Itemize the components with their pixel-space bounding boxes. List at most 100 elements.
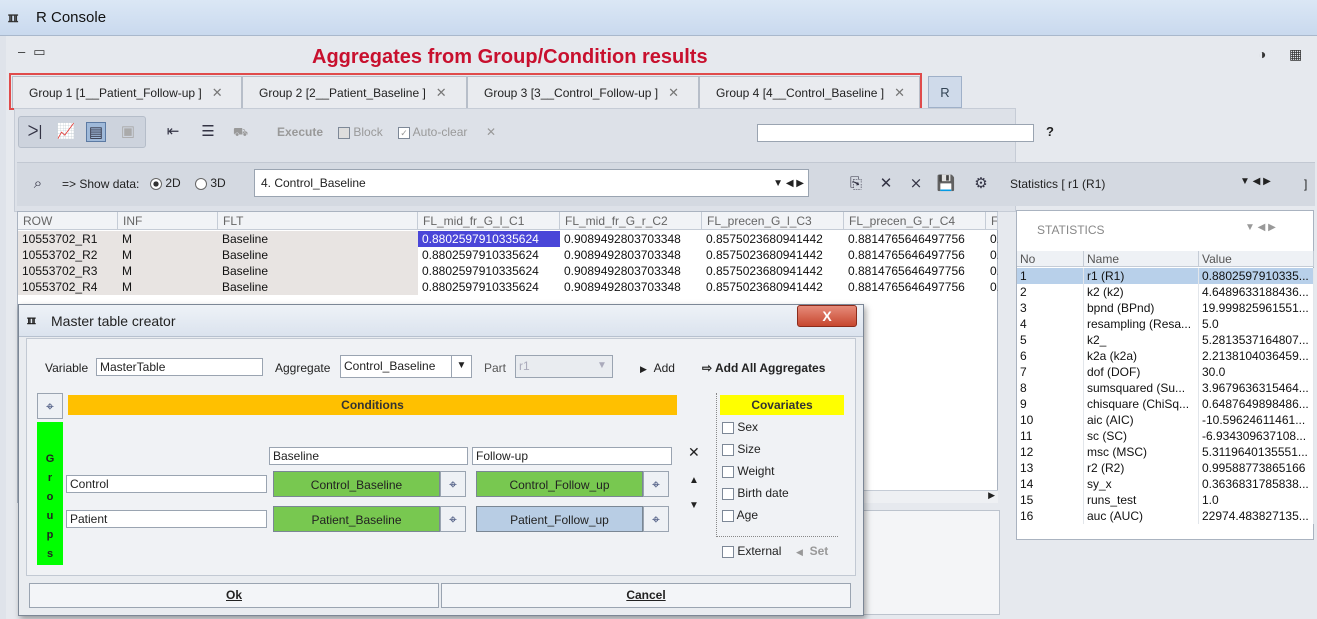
statistics-combo-icon[interactable]: ▼ ◀ ▶ [1245,222,1276,233]
table-cell[interactable]: 10553702_R1 [18,231,118,247]
search-input[interactable] [757,124,1034,142]
table-cell[interactable]: 0.9089492803703348 [560,247,702,263]
aggregate-cell[interactable]: Patient_Follow_up [476,506,643,532]
column-header[interactable]: FL_precen_G_l_C3 [702,212,844,230]
table-cell[interactable]: 0.8814765646497756 [844,247,986,263]
dataset-select[interactable]: 4. Control_Baseline ▼ ◀ ▶ [254,169,809,197]
aggregate-cell[interactable]: Patient_Baseline [273,506,440,532]
delete-all-icon[interactable]: ⨯ [906,174,926,194]
table-cell[interactable]: 0. [986,231,998,247]
chevron-down-icon[interactable]: ▼ [592,356,612,377]
column-header[interactable]: Name [1084,251,1199,267]
pin-icon[interactable]: ⌖ [643,506,669,532]
table-cell[interactable]: M [118,231,218,247]
covariate-birth-date[interactable]: Birth date [722,486,789,500]
table-cell[interactable]: 0.9089492803703348 [560,279,702,295]
column-header[interactable]: FLT [218,212,418,230]
console-icon[interactable]: ᐳ| [25,122,45,142]
table-cell[interactable]: 0. [986,247,998,263]
set-button[interactable]: ◀ Set [796,544,828,558]
copy-icon[interactable]: ⎘ [846,174,866,194]
close-icon[interactable]: ✕ [212,85,223,101]
table-cell[interactable]: Baseline [218,247,418,263]
radio-2d[interactable]: 2D [150,176,181,190]
table-cell[interactable]: 10553702_R3 [18,263,118,279]
tab-group-1[interactable]: Group 1 [1__Patient_Follow-up ] ✕ [12,76,242,108]
cancel-button[interactable]: Cancel [441,583,851,608]
table-cell[interactable]: M [118,279,218,295]
import-icon[interactable]: ⇤ [163,122,183,142]
column-header[interactable]: FL_precen_G_r_C4 [844,212,986,230]
help-button[interactable]: ? [1046,124,1054,139]
table-cell[interactable]: 0.8802597910335624 [418,263,560,279]
tools-icon[interactable]: ⚙ [971,174,991,194]
aggregate-cell[interactable]: Control_Follow_up [476,471,643,497]
chevron-down-icon[interactable]: ▼ [451,356,471,377]
execute-button[interactable]: Execute [277,125,323,139]
group-name-input[interactable]: Control [66,475,267,493]
pin-icon[interactable]: ⌖ [440,506,466,532]
condition-name-input[interactable]: Baseline [269,447,468,465]
move-down-icon[interactable]: ▼ [689,500,699,511]
aggregate-select[interactable]: Control_Baseline ▼ [340,355,472,378]
truck-icon[interactable]: ⛟ [233,125,248,141]
covariate-age[interactable]: Age [722,508,758,522]
autoclear-checkbox[interactable]: ✓ Auto-clear [398,125,467,139]
delete-icon[interactable]: ✕ [876,174,896,194]
table-cell[interactable]: 0.8575023680941442 [702,279,844,295]
inspect-icon[interactable]: ⌕ [28,174,48,194]
aggregate-cell[interactable]: Control_Baseline [273,471,440,497]
column-header[interactable]: FL_mid_fr_G_r_C2 [560,212,702,230]
remove-icon[interactable]: ✕ [688,444,700,461]
table-cell[interactable]: 0.8814765646497756 [844,279,986,295]
part-select[interactable]: r1 ▼ [515,355,613,378]
table-cell[interactable]: 0.8814765646497756 [844,263,986,279]
table-cell[interactable]: Baseline [218,231,418,247]
table-cell[interactable]: 0.8575023680941442 [702,263,844,279]
table-cell[interactable]: 0.8802597910335624 [418,279,560,295]
column-header[interactable]: No [1017,251,1084,267]
table-cell[interactable]: 0.8575023680941442 [702,231,844,247]
block-checkbox[interactable]: Block [338,125,383,139]
nav-arrows-icon[interactable]: ▼ ◀ ▶ [773,178,804,189]
radio-3d[interactable]: 3D [195,176,226,190]
variable-input[interactable]: MasterTable [96,358,263,376]
column-header[interactable]: FL_mid_fr_G_l_C1 [418,212,560,230]
table-cell[interactable]: Baseline [218,279,418,295]
table-cell[interactable]: 10553702_R4 [18,279,118,295]
tab-group-4[interactable]: Group 4 [4__Control_Baseline ] ✕ [699,76,920,108]
window-controls[interactable]: –▭ [18,44,54,60]
table-cell[interactable]: 0. [986,263,998,279]
tab-group-2[interactable]: Group 2 [2__Patient_Baseline ] ✕ [242,76,467,108]
table-icon[interactable]: ▤ [86,122,106,142]
close-icon[interactable]: ✕ [668,85,679,101]
pin-icon[interactable]: ⌖ [37,393,63,419]
table-cell[interactable]: 0. [986,279,998,295]
covariate-sex[interactable]: Sex [722,420,758,434]
table-cell[interactable]: M [118,263,218,279]
close-icon[interactable]: ✕ [894,85,905,101]
clear-icon[interactable]: ✕ [486,125,496,139]
scroll-right-icon[interactable]: ▶ [988,490,995,501]
column-header[interactable]: ROW [18,212,118,230]
view-icon[interactable]: ◑ [1258,46,1266,62]
table-cell[interactable]: 0.8802597910335624 [418,231,560,247]
column-header[interactable]: INF [118,212,218,230]
image-icon[interactable]: ▣ [118,122,138,142]
tab-group-3[interactable]: Group 3 [3__Control_Follow-up ] ✕ [467,76,699,108]
table-cell[interactable]: 0.9089492803703348 [560,231,702,247]
move-up-icon[interactable]: ▲ [689,475,699,486]
pin-icon[interactable]: ⌖ [643,471,669,497]
dialog-close-button[interactable]: X [797,305,857,327]
column-header[interactable]: F [986,212,998,230]
table-cell[interactable]: 0.8575023680941442 [702,247,844,263]
table-cell[interactable]: 10553702_R2 [18,247,118,263]
table-cell[interactable]: M [118,247,218,263]
statistics-nav-icon[interactable]: ▼ ◀ ▶ [1240,176,1271,187]
plot-icon[interactable]: 📈 [56,122,76,142]
external-checkbox[interactable]: External [722,544,781,558]
calculator-icon[interactable]: ▦ [1289,46,1302,63]
table-cell[interactable]: 0.8814765646497756 [844,231,986,247]
close-icon[interactable]: ✕ [436,85,447,101]
condition-name-input[interactable]: Follow-up [472,447,672,465]
